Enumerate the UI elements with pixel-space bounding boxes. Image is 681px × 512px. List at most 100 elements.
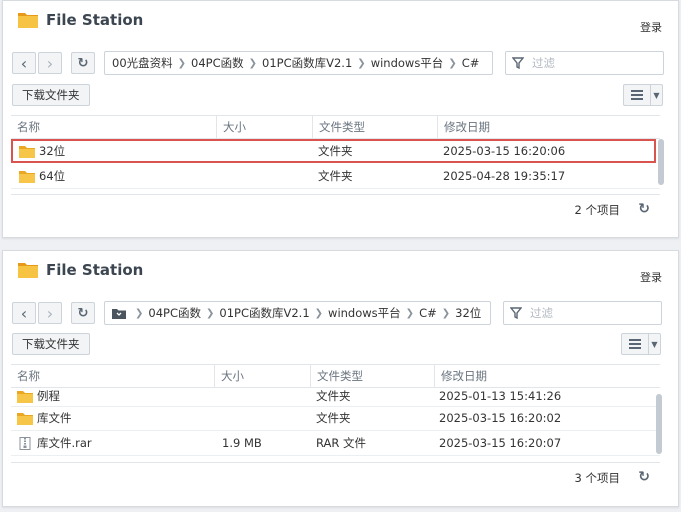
folder-icon — [17, 412, 33, 425]
status-footer: 2 个项目 ↻ — [11, 194, 660, 223]
title-bar: File Station 登录 — [3, 1, 678, 41]
breadcrumb-item[interactable]: windows平台 — [328, 305, 401, 321]
column-name[interactable]: 名称 — [11, 365, 214, 387]
view-mode-button[interactable]: ▼ — [621, 333, 661, 355]
type-cell: RAR 文件 — [316, 436, 367, 450]
size-cell: 1.9 MB — [222, 436, 262, 450]
file-station-window-2: File Station 登录 ‹ › ↻ ❯ 04PC函数 ❯ 01PC函数库… — [2, 250, 679, 507]
table-row[interactable]: 64位 文件夹 2025-04-28 19:35:17 — [11, 164, 660, 189]
chevron-right-icon: ❯ — [314, 307, 324, 319]
chevron-right-icon: › — [46, 53, 54, 73]
date-cell: 2025-03-15 16:20:07 — [439, 436, 562, 450]
forward-button[interactable]: › — [38, 302, 62, 324]
scrollbar-thumb[interactable] — [656, 394, 662, 454]
back-button[interactable]: ‹ — [12, 302, 36, 324]
type-cell: 文件夹 — [316, 389, 351, 403]
table-row[interactable]: 库文件.rar 1.9 MB RAR 文件 2025-03-15 16:20:0… — [11, 431, 660, 456]
breadcrumb-item[interactable]: 32位 — [455, 305, 481, 321]
name-cell: 例程 — [17, 386, 60, 406]
chevron-right-icon: ❯ — [357, 57, 366, 69]
name-cell: 32位 — [19, 141, 65, 161]
folder-icon — [17, 390, 33, 403]
refresh-icon: ↻ — [77, 55, 89, 71]
app-title: File Station — [46, 11, 144, 29]
caret-down-icon: ▼ — [653, 90, 660, 100]
column-name[interactable]: 名称 — [11, 116, 216, 138]
column-modified[interactable]: 修改日期 — [437, 116, 660, 138]
type-cell: 文件夹 — [316, 411, 351, 425]
chevron-right-icon: ❯ — [135, 307, 144, 319]
list-view-icon — [622, 334, 649, 354]
collapsed-path-icon[interactable] — [112, 308, 126, 319]
title-bar: File Station 登录 — [3, 251, 678, 291]
filter-placeholder: 过滤 — [530, 306, 553, 320]
chevron-right-icon: › — [46, 303, 54, 323]
folder-icon — [19, 170, 35, 183]
type-cell: 文件夹 — [318, 169, 353, 183]
breadcrumb-item[interactable]: 04PC函数 — [191, 55, 244, 71]
filter-icon — [512, 57, 524, 69]
breadcrumb-item[interactable]: 04PC函数 — [148, 305, 201, 321]
column-type[interactable]: 文件类型 — [312, 116, 437, 138]
column-type[interactable]: 文件类型 — [310, 365, 434, 387]
table-row[interactable]: 例程 文件夹 2025-01-13 15:41:26 — [11, 386, 660, 407]
type-cell: 文件夹 — [318, 144, 353, 158]
file-name: 32位 — [39, 144, 66, 158]
forward-button[interactable]: › — [38, 52, 62, 74]
refresh-button[interactable]: ↻ — [71, 52, 95, 74]
table-header: 名称 大小 文件类型 修改日期 — [11, 115, 660, 139]
file-name: 库文件 — [37, 411, 72, 425]
breadcrumb-item[interactable]: 00光盘资料 — [112, 55, 173, 71]
status-footer: 3 个项目 ↻ — [11, 462, 660, 491]
chevron-right-icon: ❯ — [206, 307, 215, 319]
app-title: File Station — [46, 261, 144, 279]
column-size[interactable]: 大小 — [214, 365, 310, 387]
column-size[interactable]: 大小 — [216, 116, 312, 138]
caret-down-icon: ▼ — [651, 339, 658, 349]
scrollbar[interactable] — [658, 139, 664, 185]
refresh-icon[interactable]: ↻ — [638, 201, 650, 217]
refresh-button[interactable]: ↻ — [71, 302, 95, 324]
scrollbar-thumb[interactable] — [658, 139, 664, 185]
filter-placeholder: 过滤 — [532, 56, 555, 70]
folder-icon — [19, 145, 35, 158]
breadcrumb-item[interactable]: windows平台 — [371, 55, 444, 71]
date-cell: 2025-04-28 19:35:17 — [443, 169, 566, 183]
date-cell: 2025-03-15 16:20:06 — [443, 144, 566, 158]
view-mode-button[interactable]: ▼ — [623, 84, 663, 106]
file-station-window-1: File Station 登录 ‹ › ↻ 00光盘资料 ❯ 04PC函数 ❯ … — [2, 0, 679, 238]
chevron-left-icon: ‹ — [20, 53, 28, 73]
breadcrumb-item[interactable]: 01PC函数库V2.1 — [219, 305, 309, 321]
chevron-left-icon: ‹ — [20, 303, 28, 323]
chevron-right-icon: ❯ — [177, 57, 187, 69]
back-button[interactable]: ‹ — [12, 52, 36, 74]
item-count: 2 个项目 — [574, 203, 620, 217]
refresh-icon: ↻ — [77, 305, 89, 321]
scrollbar[interactable] — [656, 394, 662, 454]
download-folder-button[interactable]: 下载文件夹 — [12, 333, 90, 355]
name-cell: 库文件.rar — [17, 431, 92, 455]
refresh-icon[interactable]: ↻ — [638, 469, 650, 485]
filter-icon — [510, 307, 522, 319]
table-row[interactable]: 库文件 文件夹 2025-03-15 16:20:02 — [11, 406, 660, 431]
file-name: 库文件.rar — [37, 436, 92, 450]
table-row[interactable]: 32位 文件夹 2025-03-15 16:20:06 — [11, 139, 656, 163]
breadcrumb-item[interactable]: 01PC函数库V2.1 — [262, 55, 352, 71]
filter-input[interactable]: 过滤 — [503, 301, 662, 325]
login-link[interactable]: 登录 — [640, 19, 662, 35]
breadcrumb-item[interactable]: C# — [462, 56, 480, 70]
file-station-app-icon — [18, 13, 38, 28]
login-link[interactable]: 登录 — [640, 269, 662, 285]
file-name: 例程 — [37, 389, 60, 403]
name-cell: 64位 — [19, 164, 65, 188]
breadcrumb-item[interactable]: C# — [419, 306, 437, 320]
chevron-right-icon: ❯ — [448, 57, 457, 69]
file-name: 64位 — [39, 169, 66, 183]
filter-input[interactable]: 过滤 — [505, 51, 664, 75]
column-modified[interactable]: 修改日期 — [434, 365, 660, 387]
table-header: 名称 大小 文件类型 修改日期 — [11, 364, 660, 388]
item-count: 3 个项目 — [574, 471, 620, 485]
date-cell: 2025-01-13 15:41:26 — [439, 389, 562, 403]
name-cell: 库文件 — [17, 406, 72, 430]
download-folder-button[interactable]: 下载文件夹 — [12, 84, 90, 106]
